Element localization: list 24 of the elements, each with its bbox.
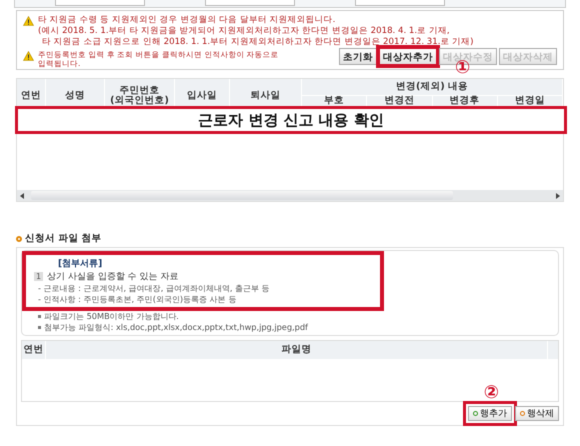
marker-number: ②	[484, 384, 499, 402]
banner-text: 근로자 변경 신고 내용 확인	[198, 110, 384, 130]
bullet-icon	[38, 326, 41, 329]
guide-detail: - 근로내용 : 근로계약서, 급여대장, 급여계좌이체내역, 출근부 등	[37, 283, 271, 294]
column-header: 연번	[22, 341, 46, 359]
bullet-icon	[38, 315, 41, 318]
action-button[interactable]: 대상자추가	[379, 48, 437, 65]
warning-icon	[23, 16, 34, 26]
scroll-right-icon[interactable]	[556, 192, 560, 198]
notice-text: 타 지원금 수령 등 지원제외인 경우 변경월의 다음 달부터 지원제외됩니다. (예시 2018. 5. 1.부터 타 지원금을 받게되어 지원제외처리하고자 한다면 변경일은 2018. 4. 1.로 기재, 타 지원금 소급 지원으로 인해 2018. 1. 1.부터 지원제외처리하고자 한다면 변경일은 2017. 12. 31.로 기재)	[38, 15, 474, 48]
bullet-icon	[16, 236, 22, 242]
action-button[interactable]: 초기화	[339, 48, 377, 65]
guide-note: 파일크기는 50MB이하만 가능합니다.	[44, 311, 179, 322]
section-title: 신청서 파일 첨부	[25, 232, 102, 245]
row-button[interactable]: 행삭제	[515, 406, 559, 421]
guide-note: 첨부가능 파일형식: xls,doc,ppt,xlsx,docx,pptx,txt,hwp,jpg,jpeg,pdf	[44, 322, 308, 333]
column-header: 파일명	[46, 341, 548, 359]
number-label: 1	[34, 272, 44, 281]
scroll-left-icon[interactable]	[20, 192, 24, 198]
guide-detail: - 인적사항 : 주민등록초본, 주민(외국인)등록증 사본 등	[37, 294, 238, 305]
guide-heading: [첨부서류]	[57, 258, 104, 270]
guide-item: 상기 사실을 입증할 수 있는 자료	[47, 271, 178, 283]
warning-icon	[23, 51, 34, 61]
column-header: 변경(제외) 내용	[302, 79, 563, 95]
